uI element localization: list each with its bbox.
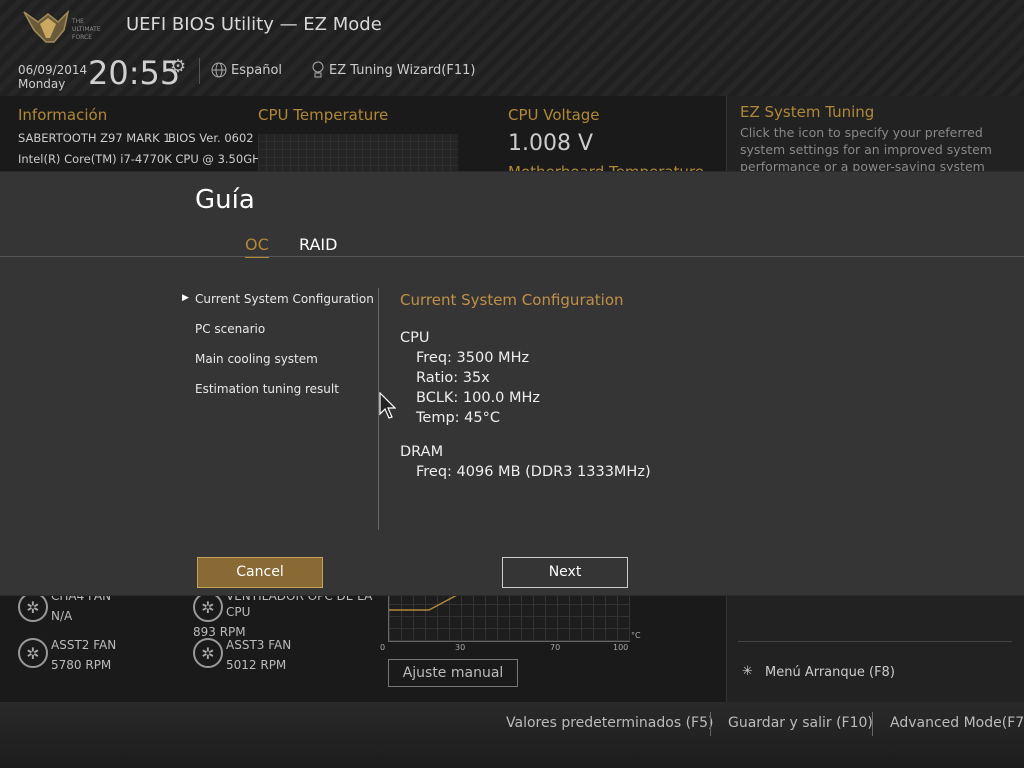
nav-item-estimation[interactable]: Estimation tuning result — [195, 382, 339, 396]
fan-curve-graph[interactable] — [388, 594, 630, 642]
graph-tick: 100 — [613, 643, 629, 652]
cpu-label: CPU — [400, 330, 430, 346]
info-heading: Información — [18, 106, 108, 124]
divider — [0, 256, 1024, 257]
nav-item-cooling[interactable]: Main cooling system — [195, 352, 318, 366]
svg-text:THE: THE — [71, 18, 84, 25]
graph-tick: 0 — [380, 643, 386, 652]
boot-menu-icon[interactable]: ✳ — [742, 664, 753, 679]
cpu-ratio: Ratio: 35x — [416, 370, 490, 386]
dialog-title: Guía — [195, 185, 255, 215]
advanced-mode-button[interactable]: Advanced Mode(F7) — [890, 715, 1024, 731]
clock: 20:55 — [88, 54, 181, 92]
fan-item[interactable]: ASST2 FAN 5780 RPM — [51, 637, 116, 673]
save-exit-button[interactable]: Guardar y salir (F10) — [728, 715, 873, 731]
app-title: UEFI BIOS Utility — EZ Mode — [126, 14, 382, 35]
nav-item-current-config[interactable]: Current System Configuration — [195, 292, 374, 306]
lightbulb-icon[interactable] — [311, 61, 325, 79]
cpu-freq: Freq: 3500 MHz — [416, 350, 530, 366]
cpu-voltage-value: 1.008 V — [508, 131, 594, 156]
fan-icon: ✲ — [18, 592, 48, 622]
graph-tick: 70 — [550, 643, 561, 652]
ez-tuning-heading: EZ System Tuning — [740, 103, 875, 121]
gear-icon[interactable]: ⚙ — [170, 56, 186, 77]
divider — [738, 641, 1012, 642]
guide-dialog — [0, 172, 1024, 595]
fan-name-line2: CPU — [226, 605, 251, 619]
bottom-bar — [0, 702, 1024, 768]
boot-menu-button[interactable]: Menú Arranque (F8) — [765, 665, 895, 680]
cpu-voltage-heading: CPU Voltage — [508, 106, 600, 124]
config-title: Current System Configuration — [400, 291, 624, 309]
ez-tuning-wizard-button[interactable]: EZ Tuning Wizard(F11) — [329, 63, 475, 78]
selected-arrow-icon: ▶ — [182, 293, 189, 303]
date-text: 06/09/2014 — [18, 63, 88, 77]
fan-name: ASST3 FAN — [226, 638, 292, 652]
cpu-bclk: BCLK: 100.0 MHz — [416, 390, 541, 406]
board-name: SABERTOOTH Z97 MARK 1 — [18, 131, 171, 145]
load-defaults-button[interactable]: Valores predeterminados (F5) — [506, 715, 713, 731]
fan-curve-line — [389, 594, 460, 611]
svg-text:ULTIMATE: ULTIMATE — [72, 26, 101, 33]
fan-value: 5012 RPM — [226, 658, 287, 672]
fan-value: N/A — [51, 609, 73, 623]
svg-text:FORCE: FORCE — [72, 34, 92, 41]
cpu-temp: Temp: 45°C — [416, 410, 500, 426]
day-text: Monday — [18, 77, 66, 91]
nav-item-pc-scenario[interactable]: PC scenario — [195, 322, 265, 336]
fan-icon: ✲ — [193, 638, 223, 668]
bios-version: BIOS Ver. 0602 — [168, 131, 254, 145]
tab-raid[interactable]: RAID — [299, 235, 337, 254]
cancel-button[interactable]: Cancel — [197, 557, 323, 588]
fan-icon: ✲ — [193, 592, 223, 622]
dram-label: DRAM — [400, 444, 444, 460]
divider — [710, 712, 711, 736]
language-selector[interactable]: Español — [231, 63, 282, 78]
cpu-temp-heading: CPU Temperature — [258, 106, 389, 124]
cpu-name: Intel(R) Core(TM) i7-4770K CPU @ 3.50GHz — [18, 152, 267, 166]
fan-name: ASST2 FAN — [51, 638, 117, 652]
mouse-cursor-icon — [379, 392, 396, 419]
fan-value: 5780 RPM — [51, 658, 112, 672]
divider — [872, 712, 873, 736]
fan-icon: ✲ — [18, 638, 48, 668]
manual-tuning-button[interactable]: Ajuste manual — [388, 659, 518, 687]
globe-icon[interactable] — [211, 62, 227, 78]
next-button[interactable]: Next — [502, 557, 628, 588]
graph-tick: 30 — [455, 643, 466, 652]
divider — [199, 58, 200, 84]
graph-unit: °C — [631, 631, 641, 640]
cpu-temp-graph — [258, 134, 458, 174]
tab-oc[interactable]: OC — [245, 235, 269, 258]
date-display: 06/09/2014 Monday — [18, 63, 87, 91]
tuf-logo: THE ULTIMATE FORCE — [23, 9, 101, 43]
dram-freq: Freq: 4096 MB (DDR3 1333MHz) — [416, 464, 651, 480]
fan-item[interactable]: ASST3 FAN 5012 RPM — [226, 637, 291, 673]
